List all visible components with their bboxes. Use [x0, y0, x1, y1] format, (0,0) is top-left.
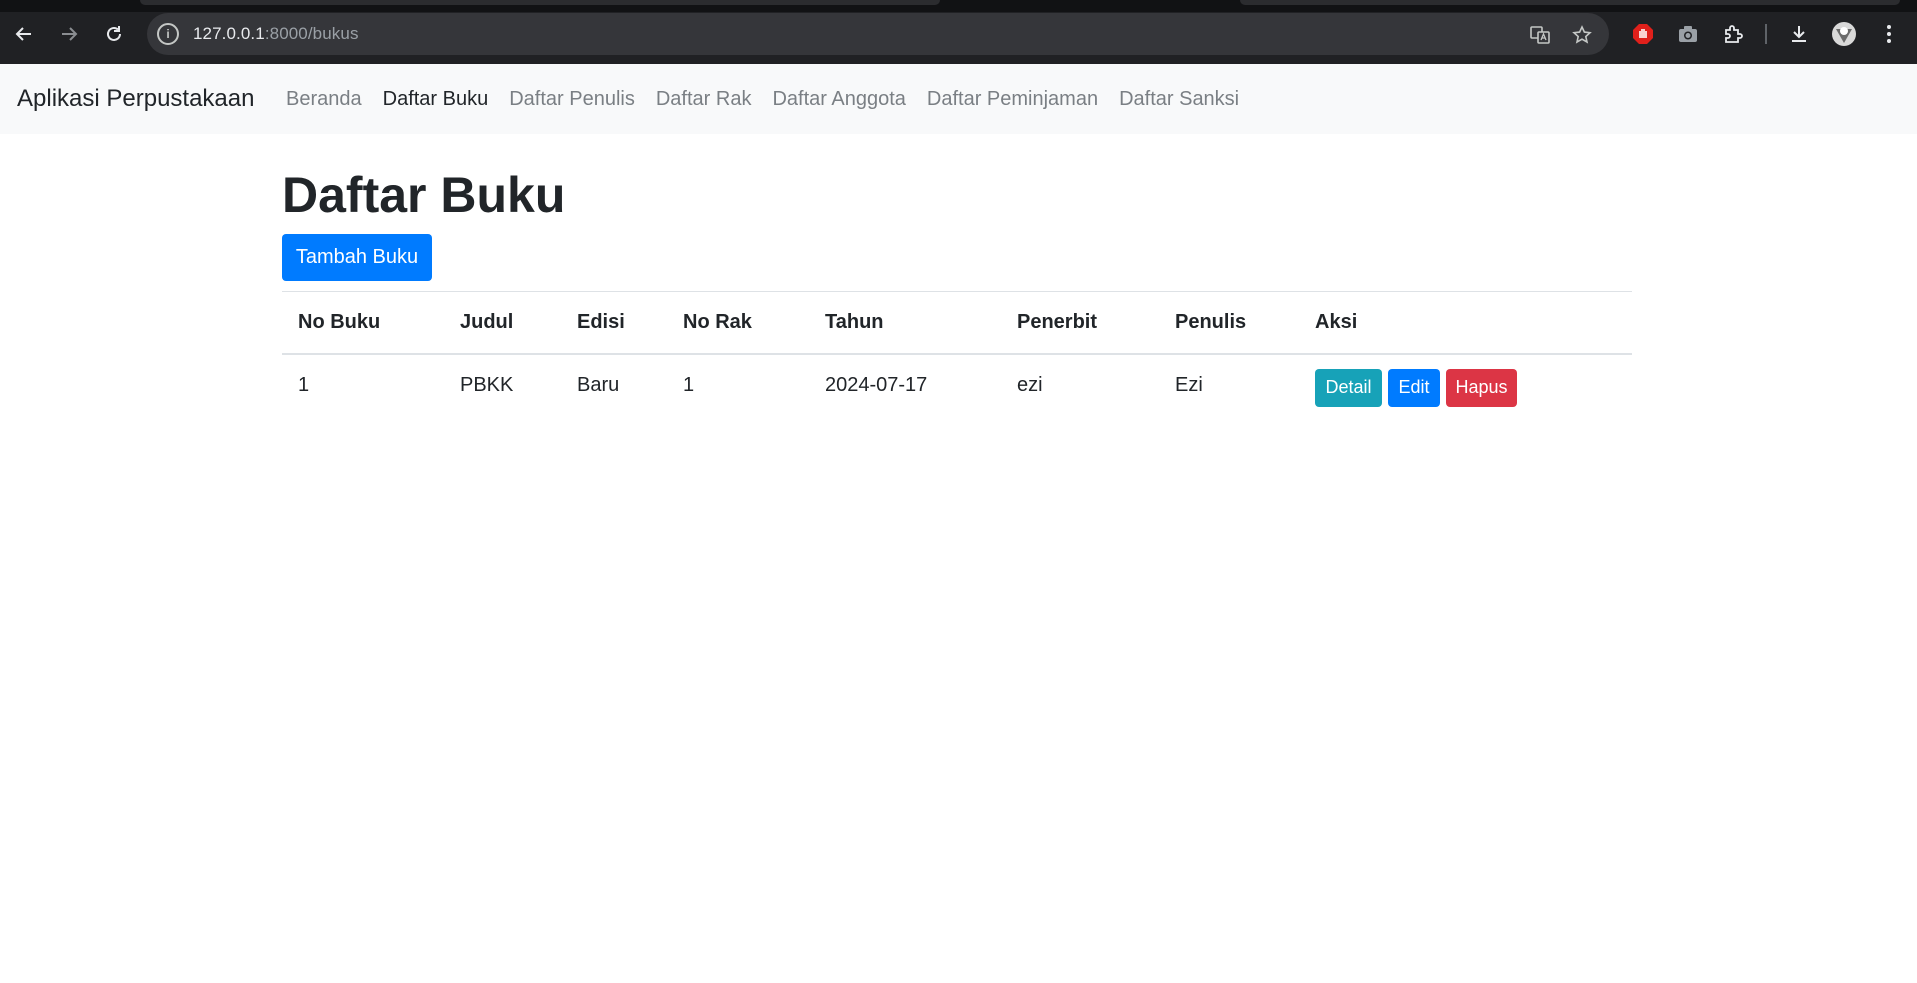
delete-button[interactable]: Hapus — [1446, 368, 1517, 407]
screenshot-extension-icon[interactable] — [1674, 20, 1702, 48]
column-header-judul: Judul — [460, 310, 514, 333]
navbar-brand[interactable]: Aplikasi Perpustakaan — [17, 85, 254, 113]
cell-penulis: Ezi — [1175, 374, 1203, 396]
column-header-no-rak: No Rak — [683, 310, 752, 333]
nav-link-daftar-penulis[interactable]: Daftar Penulis — [509, 88, 635, 111]
nav-link-daftar-rak[interactable]: Daftar Rak — [656, 88, 752, 111]
forward-icon[interactable] — [53, 18, 85, 50]
nav-link-daftar-buku[interactable]: Daftar Buku — [383, 88, 489, 111]
column-header-no-buku: No Buku — [298, 310, 381, 333]
navbar-links: Beranda Daftar Buku Daftar Penulis Dafta… — [286, 88, 1260, 111]
profile-avatar-icon[interactable] — [1830, 20, 1858, 48]
page-title: Daftar Buku — [282, 167, 566, 223]
table-header-row: No Buku Judul Edisi No Rak Tahun Penerbi… — [282, 291, 1632, 354]
back-icon[interactable] — [8, 18, 40, 50]
nav-link-beranda[interactable]: Beranda — [286, 88, 362, 111]
toolbar-divider — [1765, 24, 1767, 44]
address-bar[interactable]: i 127.0.0.1:8000/bukus — [147, 13, 1609, 55]
cell-judul: PBKK — [460, 374, 514, 396]
column-header-edisi: Edisi — [577, 310, 625, 333]
browser-toolbar: i 127.0.0.1:8000/bukus — [0, 0, 1917, 64]
column-header-tahun: Tahun — [825, 310, 884, 333]
cell-penerbit: ezi — [1017, 374, 1043, 396]
download-icon[interactable] — [1785, 20, 1813, 48]
cell-no-rak: 1 — [683, 374, 695, 396]
translate-icon[interactable] — [1527, 22, 1553, 48]
tab-strip — [0, 0, 1917, 12]
add-book-button[interactable]: Tambah Buku — [282, 234, 432, 281]
adblock-extension-icon[interactable] — [1629, 20, 1657, 48]
row-actions: Detail Edit Hapus — [1315, 368, 1632, 407]
site-info-icon[interactable]: i — [157, 23, 179, 45]
nav-link-daftar-peminjaman[interactable]: Daftar Peminjaman — [927, 88, 1098, 111]
menu-kebab-icon[interactable] — [1875, 20, 1903, 48]
url-text[interactable]: 127.0.0.1:8000/bukus — [193, 24, 359, 44]
column-header-penerbit: Penerbit — [1017, 310, 1098, 333]
cell-edisi: Baru — [577, 374, 620, 396]
reload-icon[interactable] — [98, 18, 130, 50]
cell-aksi: Detail Edit Hapus — [1299, 354, 1632, 417]
bookmark-star-icon[interactable] — [1569, 22, 1595, 48]
browser-tab[interactable] — [140, 0, 940, 5]
nav-link-daftar-anggota[interactable]: Daftar Anggota — [772, 88, 905, 111]
browser-tab[interactable] — [1240, 0, 1900, 5]
cell-tahun: 2024-07-17 — [825, 374, 928, 396]
extensions-puzzle-icon[interactable] — [1719, 20, 1747, 48]
books-table: No Buku Judul Edisi No Rak Tahun Penerbi… — [282, 291, 1632, 417]
app-navbar: Aplikasi Perpustakaan Beranda Daftar Buk… — [0, 64, 1917, 134]
table-row: 1 PBKK Baru 1 2024-07-17 ezi Ezi Detail … — [282, 354, 1632, 417]
edit-button[interactable]: Edit — [1388, 368, 1440, 407]
nav-link-daftar-sanksi[interactable]: Daftar Sanksi — [1119, 88, 1239, 111]
cell-no-buku: 1 — [298, 374, 310, 396]
column-header-penulis: Penulis — [1175, 310, 1247, 333]
column-header-aksi: Aksi — [1315, 310, 1358, 333]
detail-button[interactable]: Detail — [1315, 368, 1382, 407]
